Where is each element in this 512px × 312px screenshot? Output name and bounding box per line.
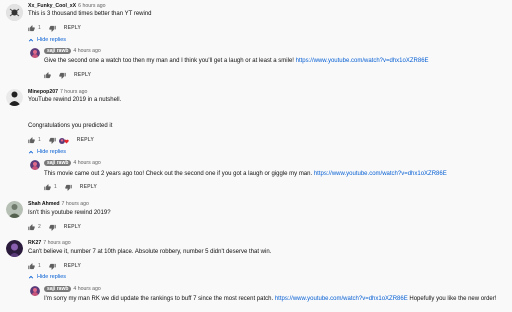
dislike-button[interactable]: [49, 263, 56, 270]
comment-text: Isn't this youtube rewind 2019?: [28, 210, 111, 216]
author-name[interactable]: RK27: [28, 240, 41, 246]
avatar[interactable]: [30, 286, 40, 296]
reply-actions: REPLY: [44, 72, 91, 79]
timestamp[interactable]: 6 hours ago: [78, 3, 105, 9]
like-button[interactable]: [44, 184, 51, 191]
reply-actions: 1 REPLY: [44, 184, 97, 191]
reply-button[interactable]: REPLY: [74, 72, 91, 78]
hide-replies-button[interactable]: Hide replies: [28, 37, 66, 44]
thumbs-down-icon: [59, 72, 66, 79]
comment-actions: 2 REPLY: [28, 224, 81, 231]
thumbs-up-icon: [44, 72, 51, 79]
thumbs-down-icon: [65, 184, 72, 191]
comment-header: saji rawb 4 hours ago: [44, 160, 101, 167]
creator-heart-badge: [58, 137, 69, 144]
video-link[interactable]: https://www.youtube.com/watch?v=dhx1oXZR…: [314, 171, 447, 177]
creator-chip[interactable]: saji rawb: [44, 286, 72, 293]
comment-text: Can't believe it, number 7 at 10th place…: [28, 249, 272, 255]
comment-text: This is 3 thousand times better than YT …: [28, 11, 152, 17]
like-button[interactable]: [28, 224, 35, 231]
author-name[interactable]: Minepop207: [28, 89, 58, 95]
dislike-button[interactable]: [65, 184, 72, 191]
timestamp[interactable]: 7 hours ago: [43, 240, 70, 246]
dislike-button[interactable]: [49, 137, 56, 144]
avatar[interactable]: [30, 160, 40, 170]
comment-actions: 1 REPLY: [28, 263, 81, 270]
creator-chip[interactable]: saji rawb: [44, 160, 72, 167]
hide-replies-label: Hide replies: [37, 37, 67, 43]
timestamp[interactable]: 4 hours ago: [73, 48, 100, 54]
heart-icon: [64, 139, 69, 144]
comment-text-line-1: YouTube rewind 2019 in a nutshell.: [28, 97, 122, 103]
comment-header: Xx_Funky_Cool_xX 6 hours ago: [28, 3, 106, 10]
comment-header: Minepop207 7 hours ago: [28, 89, 87, 96]
dislike-button[interactable]: [59, 72, 66, 79]
thumbs-up-icon: [28, 224, 35, 231]
thumbs-down-icon: [49, 263, 56, 270]
hide-replies-button[interactable]: Hide replies: [28, 274, 66, 281]
timestamp[interactable]: 7 hours ago: [62, 201, 89, 207]
thumbs-down-icon: [49, 224, 56, 231]
reply-text: This movie came out 2 years ago too! Che…: [44, 171, 447, 177]
dislike-button[interactable]: [49, 224, 56, 231]
reply-text: Give the second one a watch too then my …: [44, 58, 429, 64]
like-count: 1: [38, 25, 41, 32]
author-name[interactable]: Shah Ahmed: [28, 201, 60, 207]
author-name[interactable]: Xx_Funky_Cool_xX: [28, 3, 76, 9]
thumbs-up-icon: [28, 263, 35, 270]
thumbs-up-icon: [44, 184, 51, 191]
avatar[interactable]: [6, 240, 23, 257]
thumbs-down-icon: [49, 137, 56, 144]
avatar[interactable]: [6, 201, 23, 218]
hide-replies-button[interactable]: Hide replies: [28, 149, 66, 156]
like-button[interactable]: [28, 263, 35, 270]
like-count: 1: [38, 137, 41, 144]
reply-button[interactable]: REPLY: [80, 184, 97, 190]
avatar[interactable]: [6, 89, 23, 106]
like-button[interactable]: [44, 72, 51, 79]
comment-text-line-2: Congratulations you predicted it: [28, 123, 113, 129]
like-count: 2: [38, 224, 41, 231]
chevron-up-icon: [28, 151, 34, 154]
comment-actions: 1 REPLY: [28, 25, 81, 32]
comment-actions: 1 REPLY: [28, 137, 94, 144]
chevron-up-icon: [28, 39, 34, 42]
creator-chip[interactable]: saji rawb: [44, 48, 72, 55]
hide-replies-label: Hide replies: [37, 149, 67, 155]
avatar[interactable]: [30, 48, 40, 58]
hide-replies-label: Hide replies: [37, 274, 67, 280]
video-link[interactable]: https://www.youtube.com/watch?v=dhx1oXZR…: [275, 296, 408, 302]
comment-header: Shah Ahmed 7 hours ago: [28, 201, 89, 208]
dislike-button[interactable]: [49, 25, 56, 32]
avatar[interactable]: [6, 4, 23, 21]
timestamp[interactable]: 4 hours ago: [73, 286, 100, 292]
video-link[interactable]: https://www.youtube.com/watch?v=dhx1oXZR…: [296, 58, 429, 64]
comment-header: saji rawb 4 hours ago: [44, 48, 101, 55]
like-button[interactable]: [28, 25, 35, 32]
timestamp[interactable]: 7 hours ago: [60, 89, 87, 95]
chevron-up-icon: [28, 276, 34, 279]
comment-header: saji rawb 4 hours ago: [44, 286, 101, 293]
reply-text: I'm sorry my man RK we did update the ra…: [44, 296, 497, 302]
timestamp[interactable]: 4 hours ago: [73, 160, 100, 166]
like-count: 1: [54, 184, 57, 191]
thumbs-up-icon: [28, 25, 35, 32]
reply-button[interactable]: REPLY: [64, 224, 81, 230]
thumbs-down-icon: [49, 25, 56, 32]
comment-header: RK27 7 hours ago: [28, 240, 71, 247]
like-count: 1: [38, 263, 41, 270]
like-button[interactable]: [28, 137, 35, 144]
reply-button[interactable]: REPLY: [77, 137, 94, 143]
reply-button[interactable]: REPLY: [64, 25, 81, 31]
thumbs-up-icon: [28, 137, 35, 144]
reply-button[interactable]: REPLY: [64, 263, 81, 269]
